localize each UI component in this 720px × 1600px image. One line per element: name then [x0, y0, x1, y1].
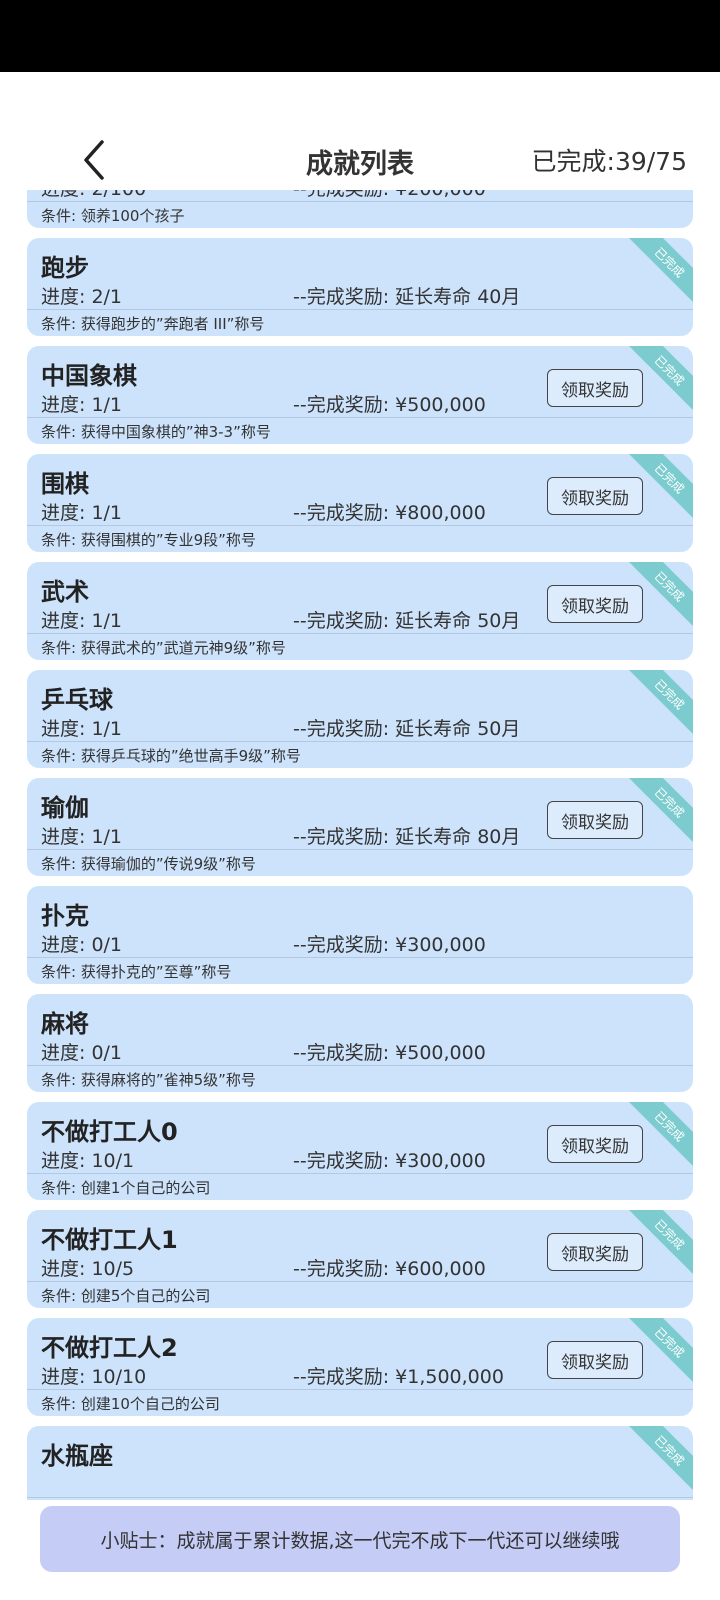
- achievement-reward: --完成奖励: 延长寿命 50月: [293, 610, 521, 632]
- achievement-progress: 进度: 10/1: [41, 1150, 135, 1172]
- achievement-reward: --完成奖励: ¥600,000: [293, 1258, 486, 1280]
- achievement-reward: --完成奖励: 延长寿命 40月: [293, 286, 521, 308]
- achievement-condition: 条件: 获得武术的”武道元神9级”称号: [41, 639, 286, 657]
- card-divider: [27, 741, 693, 742]
- completed-count: 已完成:39/75: [531, 147, 687, 176]
- achievement-reward: --完成奖励: ¥500,000: [293, 1042, 486, 1064]
- achievement-card[interactable]: 不做打工人1 进度: 10/5 --完成奖励: ¥600,000 条件: 创建5个自己…: [27, 1210, 693, 1308]
- tip-banner: 小贴士：成就属于累计数据,这一代完不成下一代还可以继续哦: [40, 1506, 680, 1572]
- achievement-reward: --完成奖励: ¥200,000: [293, 190, 486, 201]
- achievement-reward: --完成奖励: ¥800,000: [293, 502, 486, 524]
- card-divider: [27, 1281, 693, 1282]
- completed-badge: 已完成: [626, 670, 693, 738]
- claim-reward-button[interactable]: 领取奖励: [547, 1125, 643, 1163]
- achievement-condition: 条件: 创建10个自己的公司: [41, 1395, 220, 1413]
- achievement-progress: 进度: 10/5: [41, 1258, 135, 1280]
- claim-reward-button[interactable]: 领取奖励: [547, 477, 643, 515]
- card-divider: [27, 849, 693, 850]
- achievement-card[interactable]: 跑步进度: 2/1 --完成奖励: 延长寿命 40月条件: 获得跑步的”奔跑者 I…: [27, 238, 693, 336]
- achievement-name: 麻将: [41, 1010, 89, 1038]
- achievement-condition: 条件: 获得围棋的”专业9段”称号: [41, 531, 256, 549]
- achievement-condition: 条件: 获得跑步的”奔跑者 III”称号: [41, 315, 265, 333]
- claim-reward-button[interactable]: 领取奖励: [547, 801, 643, 839]
- achievement-progress: 进度: 1/1: [41, 826, 123, 848]
- achievement-name: 中国象棋: [41, 362, 137, 390]
- header: 成就列表 已完成:39/75: [0, 130, 720, 190]
- claim-reward-button[interactable]: 领取奖励: [547, 1233, 643, 1271]
- card-divider: [27, 1065, 693, 1066]
- achievement-progress: 进度: 1/1: [41, 502, 123, 524]
- achievement-card[interactable]: 瑜伽进度: 1/1 --完成奖励: 延长寿命 80月条件: 获得瑜伽的”传说9级”…: [27, 778, 693, 876]
- achievement-reward: --完成奖励: ¥1,500,000: [293, 1366, 504, 1388]
- achievement-name: 瑜伽: [41, 794, 89, 822]
- achievement-card[interactable]: 水瓶座 已完成: [27, 1426, 693, 1500]
- achievement-condition: 条件: 获得乒乓球的”绝世高手9级”称号: [41, 747, 301, 765]
- achievement-progress: 进度: 2/100: [41, 190, 146, 201]
- achievement-progress: 进度: 0/1: [41, 934, 123, 956]
- achievement-card[interactable]: 进度: 2/100 --完成奖励: ¥200,000 条件: 领养100个孩子: [27, 190, 693, 228]
- achievement-reward: --完成奖励: 延长寿命 50月: [293, 718, 521, 740]
- achievement-card[interactable]: 麻将进度: 0/1 --完成奖励: ¥500,000 条件: 获得麻将的”雀神5级”…: [27, 994, 693, 1092]
- card-divider: [27, 1497, 693, 1498]
- status-bar: [0, 0, 720, 72]
- achievement-condition: 条件: 获得麻将的”雀神5级”称号: [41, 1071, 256, 1089]
- achievement-progress: 进度: 1/1: [41, 394, 123, 416]
- card-divider: [27, 1389, 693, 1390]
- achievement-name: 扑克: [41, 902, 89, 930]
- achievement-name: 不做打工人2: [41, 1334, 178, 1362]
- achievement-name: 不做打工人1: [41, 1226, 178, 1254]
- achievement-card[interactable]: 中国象棋进度: 1/1 --完成奖励: ¥500,000 条件: 获得中国象棋的”神…: [27, 346, 693, 444]
- achievement-progress: 进度: 1/1: [41, 718, 123, 740]
- claim-reward-button[interactable]: 领取奖励: [547, 369, 643, 407]
- achievement-name: 武术: [41, 578, 89, 606]
- card-divider: [27, 201, 693, 202]
- achievement-card[interactable]: 武术进度: 1/1 --完成奖励: 延长寿命 50月 条件: 获得武术的”武道元神9…: [27, 562, 693, 660]
- achievement-name: 水瓶座: [41, 1442, 113, 1470]
- achievement-name: 跑步: [41, 254, 89, 282]
- achievement-list[interactable]: 进度: 2/100--完成奖励: ¥200,000条件: 领养100个孩子跑步进…: [0, 190, 720, 1500]
- completed-badge: 已完成: [626, 1426, 693, 1494]
- claim-reward-button[interactable]: 领取奖励: [547, 585, 643, 623]
- achievement-reward: --完成奖励: ¥500,000: [293, 394, 486, 416]
- achievement-reward: --完成奖励: 延长寿命 80月: [293, 826, 521, 848]
- achievement-card[interactable]: 扑克进度: 0/1 --完成奖励: ¥300,000 条件: 获得扑克的”至尊”称号: [27, 886, 693, 984]
- achievement-name: 不做打工人0: [41, 1118, 178, 1146]
- achievement-progress: 进度: 0/1: [41, 1042, 123, 1064]
- card-divider: [27, 633, 693, 634]
- achievement-name: 乒乓球: [41, 686, 113, 714]
- card-divider: [27, 957, 693, 958]
- achievement-condition: 条件: 创建5个自己的公司: [41, 1287, 211, 1305]
- completed-badge: 已完成: [626, 238, 693, 306]
- claim-reward-button[interactable]: 领取奖励: [547, 1341, 643, 1379]
- achievement-name: 围棋: [41, 470, 89, 498]
- achievement-card[interactable]: 不做打工人0 进度: 10/1 --完成奖励: ¥300,000 条件: 创建1个自己…: [27, 1102, 693, 1200]
- achievement-condition: 条件: 获得瑜伽的”传说9级”称号: [41, 855, 256, 873]
- achievement-progress: 进度: 2/1: [41, 286, 123, 308]
- achievement-reward: --完成奖励: ¥300,000: [293, 1150, 486, 1172]
- card-divider: [27, 1173, 693, 1174]
- achievement-condition: 条件: 获得中国象棋的”神3-3”称号: [41, 423, 271, 441]
- achievement-progress: 进度: 1/1: [41, 610, 123, 632]
- card-divider: [27, 417, 693, 418]
- achievement-condition: 条件: 创建1个自己的公司: [41, 1179, 211, 1197]
- achievement-reward: --完成奖励: ¥300,000: [293, 934, 486, 956]
- achievement-condition: 条件: 获得扑克的”至尊”称号: [41, 963, 232, 981]
- achievement-card[interactable]: 不做打工人2 进度: 10/10 --完成奖励: ¥1,500,000 条件: 创建1…: [27, 1318, 693, 1416]
- achievement-card[interactable]: 围棋进度: 1/1 --完成奖励: ¥800,000 条件: 获得围棋的”专业9段”…: [27, 454, 693, 552]
- card-divider: [27, 309, 693, 310]
- card-divider: [27, 525, 693, 526]
- achievement-condition: 条件: 领养100个孩子: [41, 207, 185, 225]
- achievement-progress: 进度: 10/10: [41, 1366, 147, 1388]
- achievement-card[interactable]: 乒乓球进度: 1/1 --完成奖励: 延长寿命 50月条件: 获得乒乓球的”绝世高…: [27, 670, 693, 768]
